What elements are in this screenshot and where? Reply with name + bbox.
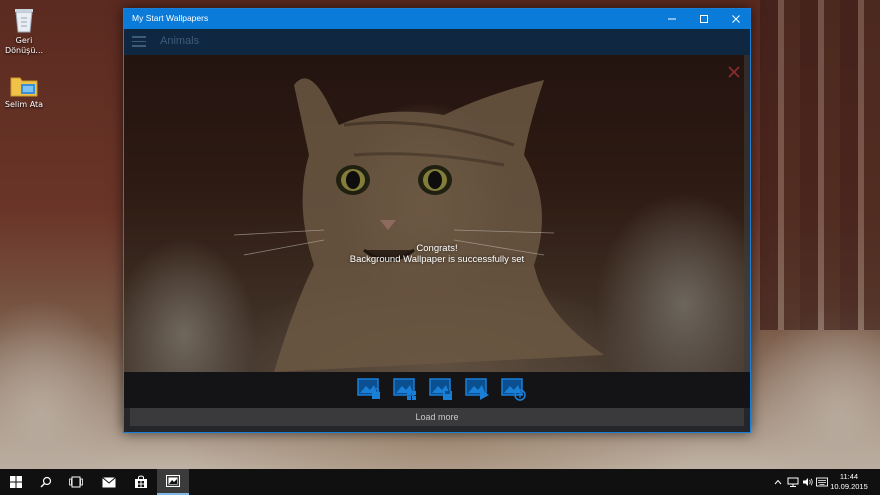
wallpaper-detail	[760, 0, 880, 330]
slideshow-icon	[465, 378, 489, 400]
recycle-bin-icon	[15, 9, 33, 33]
wallpaper-app-icon	[166, 475, 180, 487]
maximize-icon	[700, 15, 708, 23]
slideshow-button[interactable]	[464, 376, 490, 402]
close-window-button[interactable]	[720, 9, 750, 29]
lock-screen-icon	[357, 378, 380, 399]
close-preview-button[interactable]	[722, 61, 746, 83]
recycle-bin-desktop-icon[interactable]: Geri Dönüşü...	[2, 6, 46, 56]
success-detail: Background Wallpaper is successfully set	[349, 254, 525, 265]
search-button[interactable]	[30, 469, 62, 495]
clock-time: 11:44	[839, 472, 859, 481]
clock-date: 10.09.2015	[830, 482, 868, 491]
category-title: Animals	[160, 35, 200, 47]
wallpaper-preview-image: Congrats! Background Wallpaper is succes…	[124, 55, 750, 372]
action-toolbar	[124, 372, 750, 408]
app-window: My Start Wallpapers Animals Congrats! Ba…	[123, 8, 751, 433]
image-viewer: Congrats! Background Wallpaper is succes…	[124, 55, 750, 432]
windows-icon	[10, 476, 22, 488]
close-icon	[728, 66, 740, 78]
save-image-button[interactable]	[428, 376, 454, 402]
chevron-up-icon	[774, 479, 782, 485]
share-button[interactable]	[500, 376, 526, 402]
mail-icon	[102, 476, 116, 487]
save-image-icon	[429, 378, 452, 400]
minimize-button[interactable]	[656, 9, 688, 29]
minimize-icon	[668, 18, 676, 20]
taskbar: 11:44 10.09.2015	[0, 469, 880, 495]
start-screen-icon	[393, 378, 416, 400]
dim-overlay	[124, 55, 750, 372]
mail-taskbar-button[interactable]	[93, 469, 125, 495]
show-hidden-icons-button[interactable]	[772, 476, 784, 488]
volume-tray-button[interactable]	[802, 476, 814, 488]
task-view-button[interactable]	[60, 469, 92, 495]
speaker-icon	[803, 478, 813, 486]
window-title: My Start Wallpapers	[132, 13, 209, 23]
title-bar[interactable]: My Start Wallpapers	[124, 9, 750, 29]
task-view-icon	[69, 476, 83, 488]
set-start-screen-button[interactable]	[392, 376, 418, 402]
load-more-button[interactable]: Load more	[130, 408, 744, 426]
set-lock-screen-button[interactable]	[356, 376, 382, 402]
store-icon	[135, 475, 147, 488]
network-tray-button[interactable]	[787, 476, 799, 488]
store-taskbar-button[interactable]	[125, 469, 157, 495]
user-folder-label: Selim Ata	[4, 100, 44, 109]
maximize-button[interactable]	[688, 9, 720, 29]
app-header: Animals	[124, 29, 750, 55]
recycle-bin-label: Geri Dönüşü...	[4, 36, 44, 55]
search-icon	[40, 476, 52, 488]
share-icon	[501, 378, 526, 401]
taskbar-clock[interactable]: 11:44 10.09.2015	[826, 472, 872, 492]
scrollbar[interactable]	[744, 55, 750, 372]
close-icon	[732, 15, 740, 23]
success-message: Congrats! Background Wallpaper is succes…	[304, 243, 570, 265]
success-title: Congrats!	[416, 243, 458, 254]
start-button[interactable]	[0, 469, 32, 495]
wallpaper-app-taskbar-button[interactable]	[157, 469, 189, 495]
network-icon	[787, 477, 799, 487]
hamburger-menu-icon[interactable]	[132, 36, 146, 47]
user-folder-desktop-icon[interactable]: Selim Ata	[2, 72, 46, 110]
user-folder-icon	[10, 77, 38, 97]
